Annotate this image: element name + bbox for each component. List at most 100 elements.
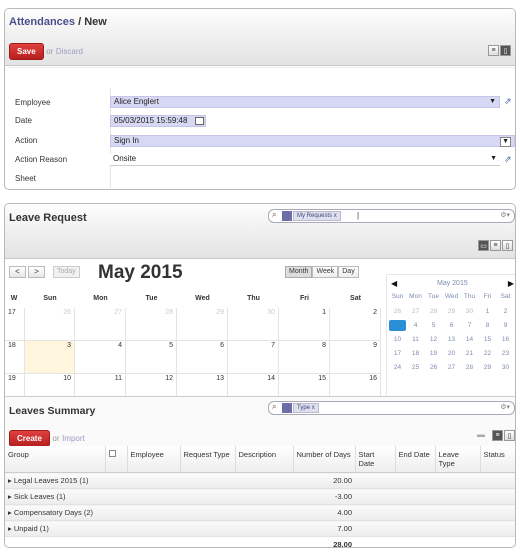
group-row[interactable]: ▸ Compensatory Days (2) 4.00 — [5, 504, 515, 521]
mini-calendar-day[interactable]: 9 — [497, 320, 514, 331]
month-view-button[interactable]: Month — [285, 266, 313, 278]
calendar-day-cell[interactable]: 2 — [330, 308, 381, 341]
form-view-icon-2[interactable]: ▯ — [502, 240, 513, 251]
mini-calendar-day[interactable]: 28 — [461, 362, 478, 373]
mini-calendar-day[interactable]: 3 — [389, 320, 406, 331]
calendar-day-cell[interactable]: 3 — [25, 341, 75, 374]
summary-search-box[interactable]: ⌕ Type x ⚙▾ — [268, 401, 515, 415]
mini-calendar-day[interactable]: 5 — [425, 320, 442, 331]
mini-calendar-day[interactable]: 29 — [443, 306, 460, 317]
mini-calendar-day[interactable]: 20 — [443, 348, 460, 359]
remove-type-facet-icon[interactable]: x — [312, 405, 315, 411]
calendar-day-cell[interactable]: 9 — [330, 341, 381, 374]
mini-calendar-day[interactable]: 30 — [497, 362, 514, 373]
mini-calendar-day[interactable]: 7 — [461, 320, 478, 331]
mini-calendar-day[interactable]: 23 — [497, 348, 514, 359]
my-requests-facet[interactable]: My Requests x — [293, 211, 341, 221]
calendar-view-icon[interactable]: ▭ — [478, 240, 489, 251]
group-name[interactable]: ▸ Legal Leaves 2015 (1) — [5, 472, 180, 489]
week-view-button[interactable]: Week — [312, 266, 339, 278]
action-reason-field[interactable]: Onsite ▼ — [110, 154, 500, 166]
col-start-date[interactable]: Start Date — [354, 446, 395, 473]
today-button[interactable]: Today — [53, 266, 80, 278]
mini-calendar-day[interactable]: 1 — [479, 306, 496, 317]
mini-calendar-day[interactable]: 2 — [497, 306, 514, 317]
mini-calendar-day[interactable]: 16 — [497, 334, 514, 345]
group-name[interactable]: ▸ Compensatory Days (2) — [5, 504, 180, 521]
calendar-picker-icon[interactable] — [195, 117, 204, 125]
mini-calendar-day[interactable]: 14 — [461, 334, 478, 345]
calendar-day-cell[interactable]: 8 — [279, 341, 330, 374]
mini-calendar-day[interactable]: 27 — [443, 362, 460, 373]
employee-external-link-icon[interactable]: ⇗ — [504, 96, 512, 107]
group-row[interactable]: ▸ Sick Leaves (1) -3.00 — [5, 488, 515, 505]
breadcrumb-attendances-link[interactable]: Attendances — [9, 16, 75, 28]
mini-calendar-day[interactable]: 21 — [461, 348, 478, 359]
mini-calendar-day[interactable]: 28 — [425, 306, 442, 317]
mini-calendar-day[interactable]: 27 — [407, 306, 424, 317]
mini-next-month-icon[interactable]: ▶ — [508, 279, 514, 288]
create-button[interactable]: Create — [9, 430, 50, 447]
mini-calendar-day[interactable]: 19 — [425, 348, 442, 359]
group-row[interactable]: ▸ Unpaid (1) 7.00 — [5, 520, 515, 537]
col-group[interactable]: Group — [5, 446, 105, 473]
next-month-button[interactable]: > — [28, 266, 45, 278]
calendar-day-cell[interactable]: 28 — [126, 308, 177, 341]
action-dropdown-icon[interactable]: ▼ — [500, 137, 511, 147]
list-view-icon-2[interactable]: ≡ — [490, 240, 501, 251]
date-field[interactable]: 05/03/2015 15:59:48 — [110, 115, 206, 127]
discard-link[interactable]: Discard — [56, 47, 83, 56]
mini-calendar-day[interactable]: 13 — [443, 334, 460, 345]
employee-dropdown-icon[interactable]: ▼ — [489, 97, 496, 107]
remove-facet-icon[interactable]: x — [334, 213, 337, 219]
calendar-day-cell[interactable]: 4 — [75, 341, 126, 374]
calendar-day-cell[interactable]: 1 — [279, 308, 330, 341]
save-button[interactable]: Save — [9, 43, 44, 60]
mini-calendar-day[interactable]: 26 — [425, 362, 442, 373]
col-number-of-days[interactable]: Number of Days — [292, 446, 355, 473]
list-view-icon[interactable]: ≡ — [488, 45, 499, 56]
mini-prev-month-icon[interactable]: ◀ — [391, 279, 397, 288]
select-all-checkbox[interactable] — [104, 446, 127, 473]
mini-calendar-day[interactable]: 17 — [389, 348, 406, 359]
form-view-icon[interactable]: ▯ — [500, 45, 511, 56]
leave-search-box[interactable]: ⌕ My Requests x | ⚙▾ — [268, 209, 515, 223]
calendar-day-cell[interactable]: 30 — [228, 308, 279, 341]
summary-form-view-icon[interactable]: ▯ — [504, 430, 515, 441]
col-leave-type[interactable]: Leave Type — [434, 446, 480, 473]
group-row[interactable]: ▸ Legal Leaves 2015 (1) 20.00 — [5, 472, 515, 489]
type-facet[interactable]: Type x — [293, 403, 319, 413]
mini-calendar-day[interactable]: 6 — [443, 320, 460, 331]
mini-calendar-day[interactable]: 30 — [461, 306, 478, 317]
calendar-day-cell[interactable]: 6 — [177, 341, 228, 374]
mini-calendar-day[interactable]: 25 — [407, 362, 424, 373]
group-name[interactable]: ▸ Sick Leaves (1) — [5, 488, 180, 505]
mini-calendar-day[interactable]: 12 — [425, 334, 442, 345]
calendar-day-cell[interactable]: 5 — [126, 341, 177, 374]
mini-calendar-day[interactable]: 10 — [389, 334, 406, 345]
mini-calendar-day[interactable]: 24 — [389, 362, 406, 373]
mini-calendar-day[interactable]: 22 — [479, 348, 496, 359]
employee-field[interactable]: Alice Englert ▼ — [110, 96, 500, 108]
calendar-day-cell[interactable]: 7 — [228, 341, 279, 374]
summary-list-view-icon[interactable]: ≡ — [492, 430, 503, 441]
col-description[interactable]: Description — [234, 446, 293, 473]
import-link[interactable]: Import — [62, 434, 85, 443]
search-options-icon[interactable]: ⚙▾ — [500, 211, 510, 219]
mini-calendar-day[interactable]: 4 — [407, 320, 424, 331]
mini-calendar-day[interactable]: 26 — [389, 306, 406, 317]
action-reason-dropdown-icon[interactable]: ▼ — [490, 154, 497, 164]
calendar-day-cell[interactable]: 27 — [75, 308, 126, 341]
col-end-date[interactable]: End Date — [394, 446, 435, 473]
col-employee[interactable]: Employee — [126, 446, 180, 473]
mini-calendar-day[interactable]: 29 — [479, 362, 496, 373]
summary-search-options-icon[interactable]: ⚙▾ — [500, 403, 510, 411]
graph-view-icon[interactable]: ▬ — [477, 430, 485, 441]
action-reason-external-link-icon[interactable]: ⇗ — [504, 154, 512, 165]
calendar-day-cell[interactable]: 26 — [25, 308, 75, 341]
mini-calendar-day[interactable]: 15 — [479, 334, 496, 345]
mini-calendar-day[interactable]: 18 — [407, 348, 424, 359]
action-select[interactable]: Sign In ▼ — [110, 135, 515, 147]
col-status[interactable]: Status — [479, 446, 515, 473]
prev-month-button[interactable]: < — [9, 266, 26, 278]
